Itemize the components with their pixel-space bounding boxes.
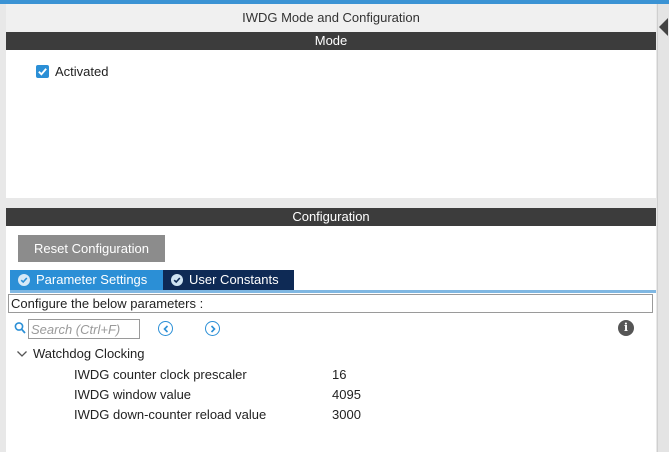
watchdog-clocking-group[interactable]: Watchdog Clocking — [16, 346, 145, 361]
param-value[interactable]: 3000 — [332, 406, 361, 424]
param-row[interactable]: IWDG down-counter reload value 3000 — [74, 406, 574, 424]
reset-configuration-button[interactable]: Reset Configuration — [18, 235, 165, 262]
tab-user-constants[interactable]: User Constants — [163, 270, 294, 290]
activated-option[interactable]: Activated — [36, 64, 656, 79]
side-panel-strip — [657, 4, 669, 452]
search-input[interactable] — [28, 319, 140, 339]
search-icon[interactable] — [14, 321, 26, 335]
param-name: IWDG counter clock prescaler — [74, 367, 247, 382]
config-tabs: Parameter Settings User Constants — [10, 270, 294, 290]
param-row[interactable]: IWDG counter clock prescaler 16 — [74, 366, 574, 384]
param-value[interactable]: 16 — [332, 366, 346, 384]
panel-divider — [6, 198, 656, 208]
prev-icon[interactable] — [158, 321, 173, 336]
configuration-header: Configuration — [6, 208, 656, 226]
check-circle-icon — [18, 274, 30, 286]
activated-checkbox[interactable] — [36, 65, 49, 78]
check-circle-icon — [171, 274, 183, 286]
collapse-arrow-icon[interactable] — [659, 18, 668, 36]
instruction-field: Configure the below parameters : — [8, 294, 653, 313]
configuration-panel: Configuration Reset Configuration Parame… — [6, 208, 656, 452]
info-icon[interactable]: i — [618, 320, 634, 336]
check-icon — [38, 68, 47, 76]
mode-panel: Mode Activated — [6, 32, 656, 198]
param-name: IWDG window value — [74, 387, 192, 402]
activated-label: Activated — [55, 64, 109, 79]
chevron-down-icon — [17, 350, 27, 357]
tab-parameter-settings-label: Parameter Settings — [36, 272, 148, 287]
tab-user-constants-label: User Constants — [189, 272, 279, 287]
tab-underline — [10, 290, 656, 293]
param-value[interactable]: 4095 — [332, 386, 361, 404]
param-row[interactable]: IWDG window value 4095 — [74, 386, 574, 404]
param-name: IWDG down-counter reload value — [74, 407, 267, 422]
next-icon[interactable] — [205, 321, 220, 336]
window-title: IWDG Mode and Configuration — [6, 4, 656, 32]
tab-parameter-settings[interactable]: Parameter Settings — [10, 270, 163, 290]
mode-header: Mode — [6, 32, 656, 50]
group-label: Watchdog Clocking — [33, 346, 145, 361]
search-bar: i — [8, 319, 648, 339]
